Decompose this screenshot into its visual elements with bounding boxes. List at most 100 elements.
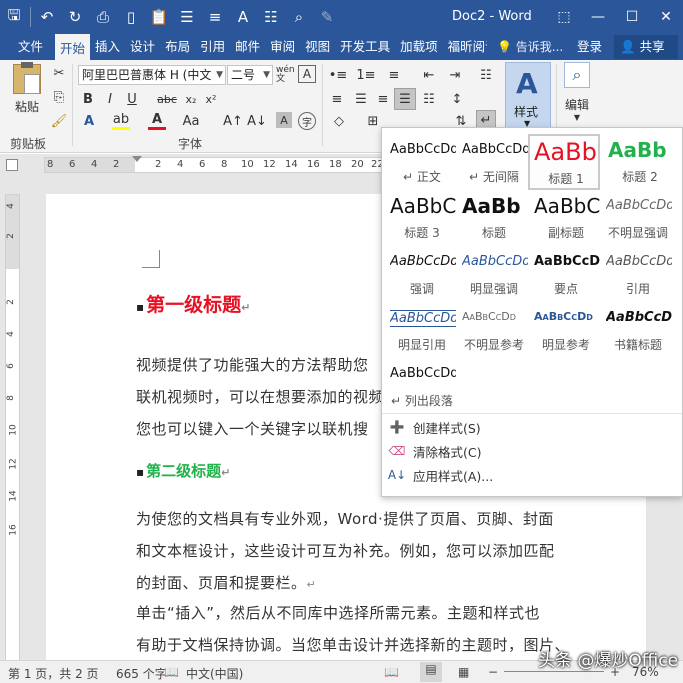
align-right-icon[interactable]: ≡ bbox=[374, 90, 392, 108]
bold-icon[interactable]: B bbox=[80, 90, 96, 108]
new-doc-icon[interactable]: ▯ bbox=[117, 3, 145, 31]
print-preview-icon[interactable]: ⎙ bbox=[89, 3, 117, 31]
read-mode-icon[interactable]: 📖 bbox=[384, 665, 399, 679]
style-title[interactable]: AaBb 标题 bbox=[458, 190, 530, 246]
align-left-icon[interactable]: ≡ bbox=[328, 90, 346, 108]
editing-button[interactable]: ⌕ 编辑 ▼ bbox=[562, 62, 592, 122]
tab-references[interactable]: 引用 bbox=[195, 34, 230, 60]
align-icon[interactable]: ☰ bbox=[173, 3, 201, 31]
style-intense-emphasis[interactable]: AaBbCcDd 明显强调 bbox=[458, 246, 530, 302]
tell-me-box[interactable]: 💡 告诉我... bbox=[497, 34, 563, 60]
multilevel-list-icon[interactable]: ≡ bbox=[384, 66, 404, 84]
enclosed-char-icon[interactable]: 字 bbox=[298, 112, 316, 130]
print-layout-icon[interactable]: ▤ bbox=[420, 662, 442, 682]
tab-review[interactable]: 审阅 bbox=[265, 34, 300, 60]
paste-icon[interactable]: 📋 bbox=[145, 3, 173, 31]
style-heading-2[interactable]: AaBb 标题 2 bbox=[604, 134, 676, 190]
text-line[interactable]: 视频提供了功能强大的方法帮助您 bbox=[136, 354, 369, 375]
text-effects-icon[interactable]: A bbox=[80, 112, 98, 130]
apply-styles-button[interactable]: A↓ 应用样式(A)... bbox=[386, 464, 493, 486]
clear-formatting-button[interactable]: ⌫ 清除格式(C) bbox=[386, 440, 482, 462]
tab-foxit[interactable]: 福昕阅读 bbox=[443, 34, 487, 60]
font-size-select[interactable]: 二号 ▼ bbox=[227, 65, 273, 85]
style-subtitle[interactable]: AaBbC 副标题 bbox=[530, 190, 602, 246]
distributed-icon[interactable]: ☷ bbox=[420, 90, 438, 108]
tab-home[interactable]: 开始 bbox=[55, 34, 91, 60]
style-intense-reference[interactable]: AaBbCcDd 明显参考 bbox=[530, 302, 602, 358]
style-heading-1[interactable]: AaBb 标题 1 bbox=[528, 134, 600, 190]
find-icon[interactable]: ⌕ bbox=[285, 3, 313, 31]
superscript-icon[interactable]: x² bbox=[202, 90, 220, 108]
ribbon-display-icon[interactable]: ⬚ bbox=[547, 0, 581, 34]
grow-font-icon[interactable]: A↑ bbox=[223, 112, 243, 130]
zoom-out-icon[interactable]: − bbox=[488, 665, 498, 679]
style-no-spacing[interactable]: AaBbCcDd ↵ 无间隔 bbox=[458, 134, 530, 190]
increase-indent-icon[interactable]: ⇥ bbox=[446, 66, 464, 84]
text-line[interactable]: 的封面、页眉和提要栏。↵ bbox=[136, 572, 316, 593]
subscript-icon[interactable]: x₂ bbox=[182, 90, 200, 108]
tab-layout[interactable]: 布局 bbox=[160, 34, 195, 60]
web-layout-icon[interactable]: ▦ bbox=[458, 665, 469, 679]
style-emphasis[interactable]: AaBbCcDd 强调 bbox=[386, 246, 458, 302]
save-icon[interactable]: 🖫 bbox=[0, 3, 28, 31]
style-normal[interactable]: AaBbCcDd ↵ 正文 bbox=[386, 134, 458, 190]
maximize-icon[interactable]: ☐ bbox=[615, 0, 649, 34]
indent-marker-icon[interactable] bbox=[132, 156, 142, 162]
change-case-icon[interactable]: Aa bbox=[180, 112, 202, 130]
tab-design[interactable]: 设计 bbox=[125, 34, 160, 60]
language[interactable]: 中文(中国) bbox=[186, 665, 243, 682]
font-color-icon[interactable]: A bbox=[148, 112, 166, 130]
tab-file[interactable]: 文件 bbox=[8, 34, 55, 60]
heading-2[interactable]: ▪ 第二级标题↵ bbox=[136, 460, 230, 481]
style-subtle-emphasis[interactable]: AaBbCcDd 不明显强调 bbox=[602, 190, 674, 246]
paste-button[interactable]: 粘贴 bbox=[8, 62, 46, 115]
table-icon[interactable]: ☷ bbox=[257, 3, 285, 31]
tab-insert[interactable]: 插入 bbox=[90, 34, 125, 60]
underline-icon[interactable]: U bbox=[124, 90, 140, 108]
horizontal-ruler[interactable]: 8 6 4 2 2 4 6 8 10 12 14 16 18 20 22 bbox=[44, 156, 384, 173]
chinese-layout-icon[interactable]: ☷ bbox=[476, 66, 496, 84]
style-strong[interactable]: AaBbCcD 要点 bbox=[530, 246, 602, 302]
text-line[interactable]: 为使您的文档具有专业外观，Word·提供了页眉、页脚、封面 bbox=[136, 508, 554, 529]
styles-button[interactable]: A 样式 ▼ bbox=[505, 62, 551, 132]
justify-icon[interactable]: ☰ bbox=[394, 88, 416, 110]
shading-icon[interactable]: ◇ bbox=[330, 112, 348, 130]
decrease-indent-icon[interactable]: ⇤ bbox=[420, 66, 438, 84]
login-button[interactable]: 登录 bbox=[577, 34, 602, 60]
close-icon[interactable]: ✕ bbox=[649, 0, 683, 34]
italic-icon[interactable]: I bbox=[102, 90, 118, 108]
tab-selector-icon[interactable] bbox=[6, 159, 18, 171]
tab-mailings[interactable]: 邮件 bbox=[230, 34, 265, 60]
strikethrough-icon[interactable]: abc bbox=[156, 90, 178, 108]
cut-icon[interactable]: ✂ bbox=[50, 64, 68, 82]
style-list-paragraph[interactable]: AaBbCcDd ↵ 列出段落 bbox=[386, 358, 458, 414]
shrink-font-icon[interactable]: A↓ bbox=[247, 112, 267, 130]
tab-addins[interactable]: 加载项 bbox=[395, 34, 443, 60]
style-heading-3[interactable]: AaBbC 标题 3 bbox=[386, 190, 458, 246]
proofing-icon[interactable]: 📖 bbox=[164, 665, 179, 679]
text-line[interactable]: 和文本框设计，这些设计可互为补充。例如，您可以添加匹配 bbox=[136, 540, 555, 561]
redo-icon[interactable]: ↻ bbox=[61, 3, 89, 31]
style-intense-quote[interactable]: AaBbCcDd 明显引用 bbox=[386, 302, 458, 358]
numbering-icon[interactable]: 1≡ bbox=[356, 66, 376, 84]
font-name-select[interactable]: 阿里巴巴普惠体 H (中文 ▼ bbox=[78, 65, 226, 85]
text-line[interactable]: 单击“插入”，然后从不同库中选择所需元素。主题和样式也 bbox=[136, 602, 540, 623]
bullets-icon[interactable]: •≡ bbox=[328, 66, 348, 84]
text-line[interactable]: 有助于文档保持协调。当您单击设计并选择新的主题时，图片、 bbox=[136, 634, 570, 655]
char-border-icon[interactable]: A bbox=[298, 65, 316, 83]
style-subtle-reference[interactable]: AaBbCcDd 不明显参考 bbox=[458, 302, 530, 358]
style-book-title[interactable]: AaBbCcD 书籍标题 bbox=[602, 302, 674, 358]
tab-developer[interactable]: 开发工具 bbox=[335, 34, 395, 60]
borders-icon[interactable]: ⊞ bbox=[364, 112, 382, 130]
page-count[interactable]: 第 1 页，共 2 页 bbox=[8, 665, 99, 682]
zoom-slider[interactable] bbox=[504, 671, 604, 672]
copy-icon[interactable]: ⎘ bbox=[50, 88, 68, 106]
highlight-icon[interactable]: ab bbox=[112, 112, 130, 130]
align-center-icon[interactable]: ☰ bbox=[352, 90, 370, 108]
minimize-icon[interactable]: — bbox=[581, 0, 615, 34]
phonetic-guide-icon[interactable]: wén 文 bbox=[276, 64, 296, 86]
line-spacing-icon[interactable]: ↕ bbox=[448, 90, 466, 108]
share-button[interactable]: 👤 共享 bbox=[614, 35, 678, 59]
font-color-icon[interactable]: A bbox=[229, 3, 257, 31]
text-line[interactable]: 您也可以键入一个关键字以联机搜 bbox=[136, 418, 369, 439]
